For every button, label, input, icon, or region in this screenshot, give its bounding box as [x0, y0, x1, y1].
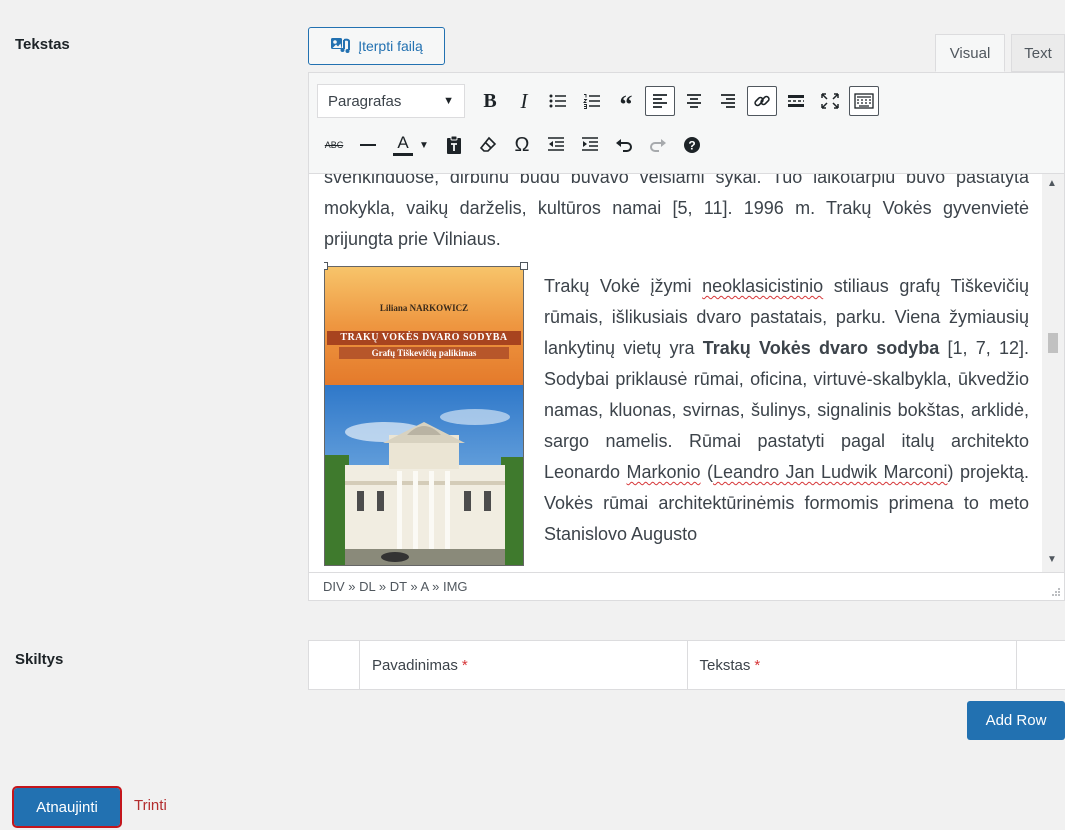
indent-icon [582, 137, 598, 151]
delete-link[interactable]: Trinti [134, 797, 167, 814]
book-cover-image[interactable]: Liliana NARKOWICZ TRAKŲ VOKĖS DVARO SODY… [324, 266, 524, 566]
align-right-icon [721, 94, 735, 108]
align-center-icon [687, 94, 701, 108]
align-left-button[interactable] [645, 86, 675, 116]
scroll-down-icon[interactable]: ▼ [1047, 554, 1057, 565]
read-more-icon [788, 95, 804, 107]
content-paragraph: švenkinduose, dirbtinu būdu buvavo veisi… [324, 173, 1029, 249]
svg-text:?: ? [688, 139, 695, 153]
book-author: Liliana NARKOWICZ [379, 303, 469, 313]
book-cover-figure[interactable]: Liliana NARKOWICZ TRAKŲ VOKĖS DVARO SODY… [324, 262, 528, 572]
link-button[interactable] [747, 86, 777, 116]
paste-text-button[interactable] [437, 128, 471, 162]
bullet-list-icon [549, 94, 566, 108]
text-color-letter: A [397, 133, 409, 152]
text-color-button[interactable]: A ▼ [385, 128, 437, 162]
blockquote-button[interactable]: “ [609, 84, 643, 118]
bullet-list-button[interactable] [541, 84, 575, 118]
outdent-button[interactable] [539, 128, 573, 162]
column-header-title: Pavadinimas * [360, 641, 688, 689]
clear-formatting-icon [479, 136, 497, 152]
book-title: TRAKŲ VOKĖS DVARO SODYBA [327, 331, 521, 345]
horizontal-line-icon [360, 144, 376, 146]
chevron-down-icon: ▼ [419, 139, 429, 151]
undo-button[interactable] [607, 128, 641, 162]
redo-icon [650, 139, 666, 152]
row-handle-header [309, 641, 360, 689]
paste-text-icon [447, 135, 461, 154]
read-more-button[interactable] [779, 84, 813, 118]
scrollbar-thumb[interactable] [1048, 333, 1058, 353]
toolbar-toggle-icon [854, 93, 874, 109]
element-path: DIV » DL » DT » A » IMG [323, 579, 468, 594]
book-subtitle: Grafų Tiškevičių palikimas [339, 347, 509, 359]
resize-grip-icon[interactable] [1050, 586, 1060, 596]
outdent-icon [548, 137, 564, 151]
editor-statusbar: DIV » DL » DT » A » IMG [309, 572, 1064, 600]
fullscreen-button[interactable] [813, 84, 847, 118]
align-center-button[interactable] [677, 84, 711, 118]
numbered-list-icon [583, 94, 600, 109]
help-button[interactable]: ? [675, 128, 709, 162]
field-label-text: Tekstas [15, 36, 70, 53]
format-select[interactable]: Paragrafas ▼ [317, 84, 465, 118]
text-color-icon: A [393, 133, 414, 156]
rich-text-editor: Paragrafas ▼ B I “ ABC A ▼ Ω ? švenkindu… [308, 72, 1065, 601]
editor-scrollbar[interactable]: ▲ ▼ [1042, 173, 1064, 572]
toolbar-toggle-button[interactable] [849, 86, 879, 116]
tab-visual[interactable]: Visual [935, 34, 1005, 72]
columns-repeater-table: Pavadinimas * Tekstas * [308, 640, 1065, 690]
resize-handle[interactable] [324, 262, 328, 270]
format-select-value: Paragrafas [328, 92, 402, 110]
italic-button[interactable]: I [507, 84, 541, 118]
italic-icon: I [520, 88, 528, 113]
media-add-icon [330, 36, 352, 57]
add-media-button[interactable]: Įterpti failą [308, 27, 445, 65]
update-button[interactable]: Atnaujinti [12, 786, 122, 828]
tab-text[interactable]: Text [1011, 34, 1065, 72]
add-row-button[interactable]: Add Row [967, 701, 1065, 740]
special-character-button[interactable]: Ω [505, 128, 539, 162]
row-actions-header [1017, 641, 1065, 689]
numbered-list-button[interactable] [575, 84, 609, 118]
scroll-up-icon[interactable]: ▲ [1047, 178, 1057, 189]
column-header-text: Tekstas * [688, 641, 1018, 689]
add-media-label: Įterpti failą [358, 38, 423, 54]
strikethrough-button[interactable]: ABC [317, 128, 351, 162]
bold-button[interactable]: B [473, 84, 507, 118]
strikethrough-icon: ABC [324, 140, 344, 150]
special-character-icon: Ω [514, 133, 530, 156]
link-icon [754, 95, 770, 107]
editor-content[interactable]: švenkinduose, dirbtinu būdu buvavo veisi… [324, 173, 1029, 572]
align-right-button[interactable] [711, 84, 745, 118]
undo-icon [616, 139, 632, 152]
field-label-columns: Skiltys [15, 651, 64, 668]
blockquote-icon: “ [619, 90, 633, 119]
chevron-down-icon: ▼ [443, 95, 454, 107]
required-mark: * [461, 656, 468, 674]
help-icon: ? [684, 137, 700, 153]
horizontal-line-button[interactable] [351, 128, 385, 162]
fullscreen-icon [821, 93, 839, 109]
redo-button[interactable] [641, 128, 675, 162]
editor-toolbar: Paragrafas ▼ B I “ ABC A ▼ Ω ? [309, 73, 1064, 174]
resize-handle[interactable] [520, 262, 528, 270]
indent-button[interactable] [573, 128, 607, 162]
clear-formatting-button[interactable] [471, 128, 505, 162]
bold-icon: B [483, 89, 497, 112]
required-mark: * [754, 656, 761, 674]
align-left-icon [653, 94, 667, 108]
